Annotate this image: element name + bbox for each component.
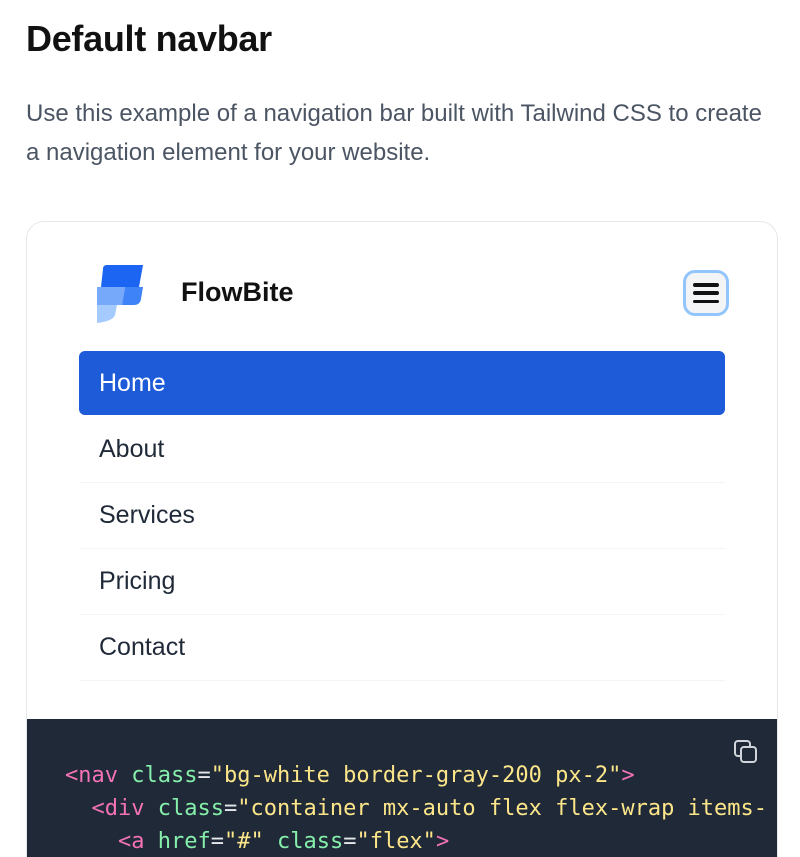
brand-name: FlowBite bbox=[181, 277, 294, 307]
code-line: <div class="container mx-auto flex flex-… bbox=[91, 796, 768, 821]
navbar-brand[interactable]: FlowBite bbox=[95, 265, 294, 323]
page-title: Default navbar bbox=[26, 18, 272, 59]
nav-item-services[interactable]: Services bbox=[79, 483, 725, 549]
example-card: FlowBite Home About Services Pricing Con… bbox=[26, 221, 778, 857]
hamburger-menu-button[interactable] bbox=[683, 270, 729, 316]
code-line: <nav class="bg-white border-gray-200 px-… bbox=[65, 763, 635, 788]
nav-item-pricing[interactable]: Pricing bbox=[79, 549, 725, 615]
nav-item-about[interactable]: About bbox=[79, 417, 725, 483]
hamburger-menu-icon bbox=[693, 283, 719, 303]
flowbite-logo-icon bbox=[97, 265, 143, 323]
nav-item-contact[interactable]: Contact bbox=[79, 615, 725, 681]
nav-menu: Home About Services Pricing Contact bbox=[79, 351, 725, 681]
code-snippet: <nav class="bg-white border-gray-200 px-… bbox=[65, 759, 767, 857]
code-block: <nav class="bg-white border-gray-200 px-… bbox=[27, 719, 777, 857]
page-description: Use this example of a navigation bar bui… bbox=[26, 100, 762, 166]
nav-item-home[interactable]: Home bbox=[79, 351, 725, 415]
code-line: <a href="#" class="flex"> bbox=[117, 829, 450, 854]
